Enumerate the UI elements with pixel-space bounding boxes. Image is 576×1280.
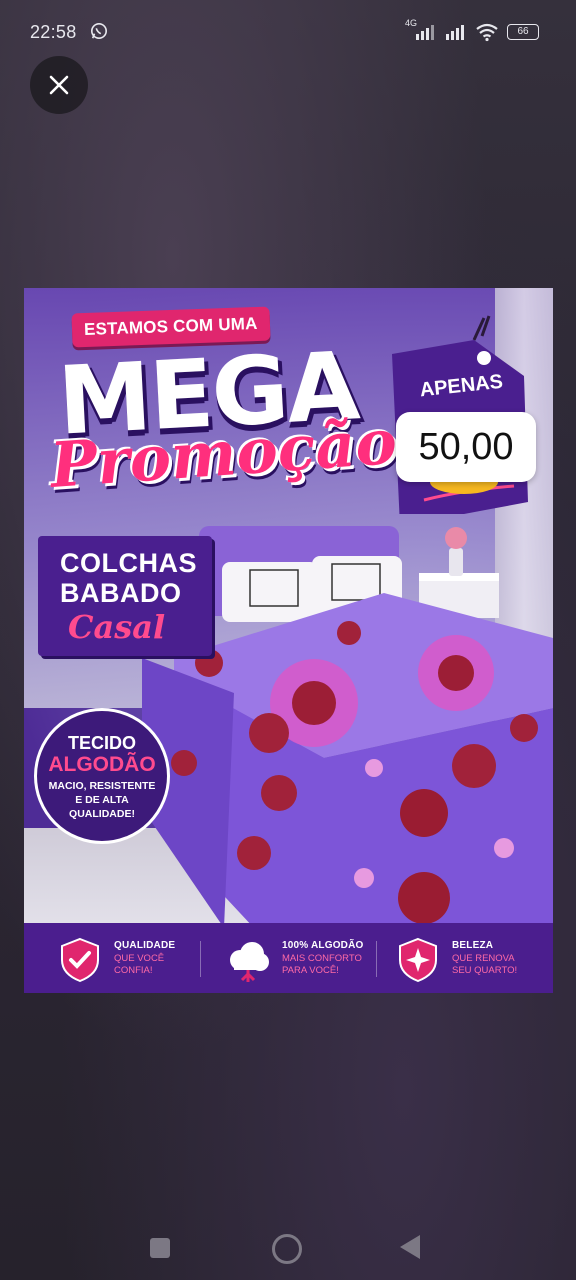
whatsapp-icon: [90, 22, 108, 40]
feature-quality-line-2: CONFIA!: [114, 965, 153, 976]
cotton-cloud-icon: [230, 942, 269, 982]
badge-line-2: ALGODÃO: [48, 753, 156, 776]
features-strip: QUALIDADE QUE VOCÊ CONFIA! 100% ALGODÃO …: [24, 923, 553, 993]
close-icon: [49, 75, 69, 95]
promo-image: ESTAMOS COM UMA MEGA Promoção! APENAS 50…: [24, 288, 553, 993]
product-line-1: COLCHAS: [60, 548, 197, 578]
recents-button[interactable]: [150, 1238, 170, 1258]
signal-icon-2: [446, 25, 464, 40]
wifi-icon: [476, 23, 498, 42]
home-button[interactable]: [272, 1234, 302, 1264]
status-time: 22:58: [30, 22, 77, 42]
feature-beauty: BELEZA QUE RENOVA SEU QUARTO!: [394, 923, 544, 993]
feature-beauty-line-2: SEU QUARTO!: [452, 965, 518, 976]
product-line-2: BABADO: [60, 578, 182, 608]
feature-quality-title: QUALIDADE: [114, 940, 176, 951]
signal-icon: [416, 25, 434, 40]
divider: [376, 941, 377, 977]
price-overlay: 50,00: [396, 412, 536, 482]
back-button[interactable]: [400, 1235, 420, 1259]
feature-quality: QUALIDADE QUE VOCÊ CONFIA!: [56, 923, 196, 993]
badge-details: MACIO, RESISTENTE E DE ALTA QUALIDADE!: [37, 779, 167, 821]
fabric-badge: TECIDO ALGODÃO MACIO, RESISTENTE E DE AL…: [34, 708, 170, 844]
badge-line-5: QUALIDADE!: [69, 808, 135, 820]
badge-line-4: E DE ALTA: [75, 794, 129, 806]
shield-sparkle-icon: [399, 937, 437, 983]
feature-cotton-title: 100% ALGODÃO: [282, 940, 364, 951]
feature-cotton-line-1: MAIS CONFORTO: [282, 953, 362, 964]
feature-cotton: 100% ALGODÃO MAIS CONFORTO PARA VOCÊ!: [224, 923, 374, 993]
shield-check-icon: [61, 937, 99, 983]
product-title-box: COLCHAS BABADO Casal: [38, 536, 212, 656]
feature-quality-line-1: QUE VOCÊ: [114, 953, 165, 964]
battery-level: 66: [517, 26, 529, 37]
status-bar: 22:58 4G 66: [0, 0, 576, 64]
feature-beauty-title: BELEZA: [452, 940, 494, 951]
feature-cotton-line-2: PARA VOCÊ!: [282, 965, 339, 976]
feature-beauty-text: QUE RENOVA SEU QUARTO!: [452, 953, 517, 977]
feature-beauty-line-1: QUE RENOVA: [452, 953, 515, 964]
feature-quality-text: QUE VOCÊ CONFIA!: [114, 953, 164, 977]
product-line-3: Casal: [68, 608, 166, 646]
badge-line-3: MACIO, RESISTENTE: [48, 780, 156, 792]
feature-cotton-text: MAIS CONFORTO PARA VOCÊ!: [282, 953, 362, 977]
divider: [200, 941, 201, 977]
system-nav-bar: [0, 1205, 576, 1280]
badge-line-1: TECIDO: [67, 733, 136, 753]
close-button[interactable]: [30, 56, 88, 114]
battery-icon: 66: [507, 24, 539, 40]
